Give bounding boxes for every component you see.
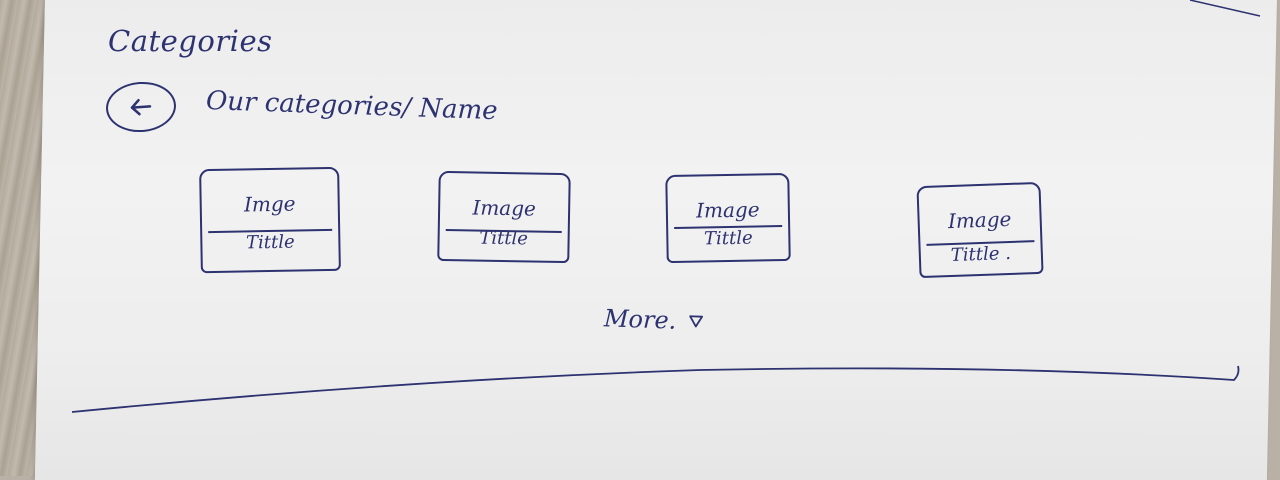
- card-image-placeholder: Image: [472, 195, 537, 221]
- card-title: Tittle .: [950, 242, 1012, 267]
- more-label: More.: [603, 304, 677, 335]
- arrow-left-icon: [130, 98, 152, 116]
- card-title: Tittle: [479, 227, 529, 250]
- card-image-placeholder: Imge: [243, 191, 296, 217]
- category-card[interactable]: Imge Tittle: [199, 166, 341, 274]
- more-button[interactable]: More.: [604, 304, 705, 335]
- triangle-down-icon: [689, 315, 704, 328]
- card-title: Tittle: [703, 227, 753, 250]
- category-card[interactable]: Image Tittle .: [916, 181, 1044, 279]
- card-image-placeholder: Image: [695, 197, 760, 223]
- category-card[interactable]: Image Tittle: [437, 170, 571, 264]
- card-image-placeholder: Image: [947, 206, 1012, 234]
- card-title: Tittle: [245, 231, 295, 254]
- category-card[interactable]: Image Tittle: [665, 172, 791, 264]
- page-title: Categories: [108, 24, 273, 58]
